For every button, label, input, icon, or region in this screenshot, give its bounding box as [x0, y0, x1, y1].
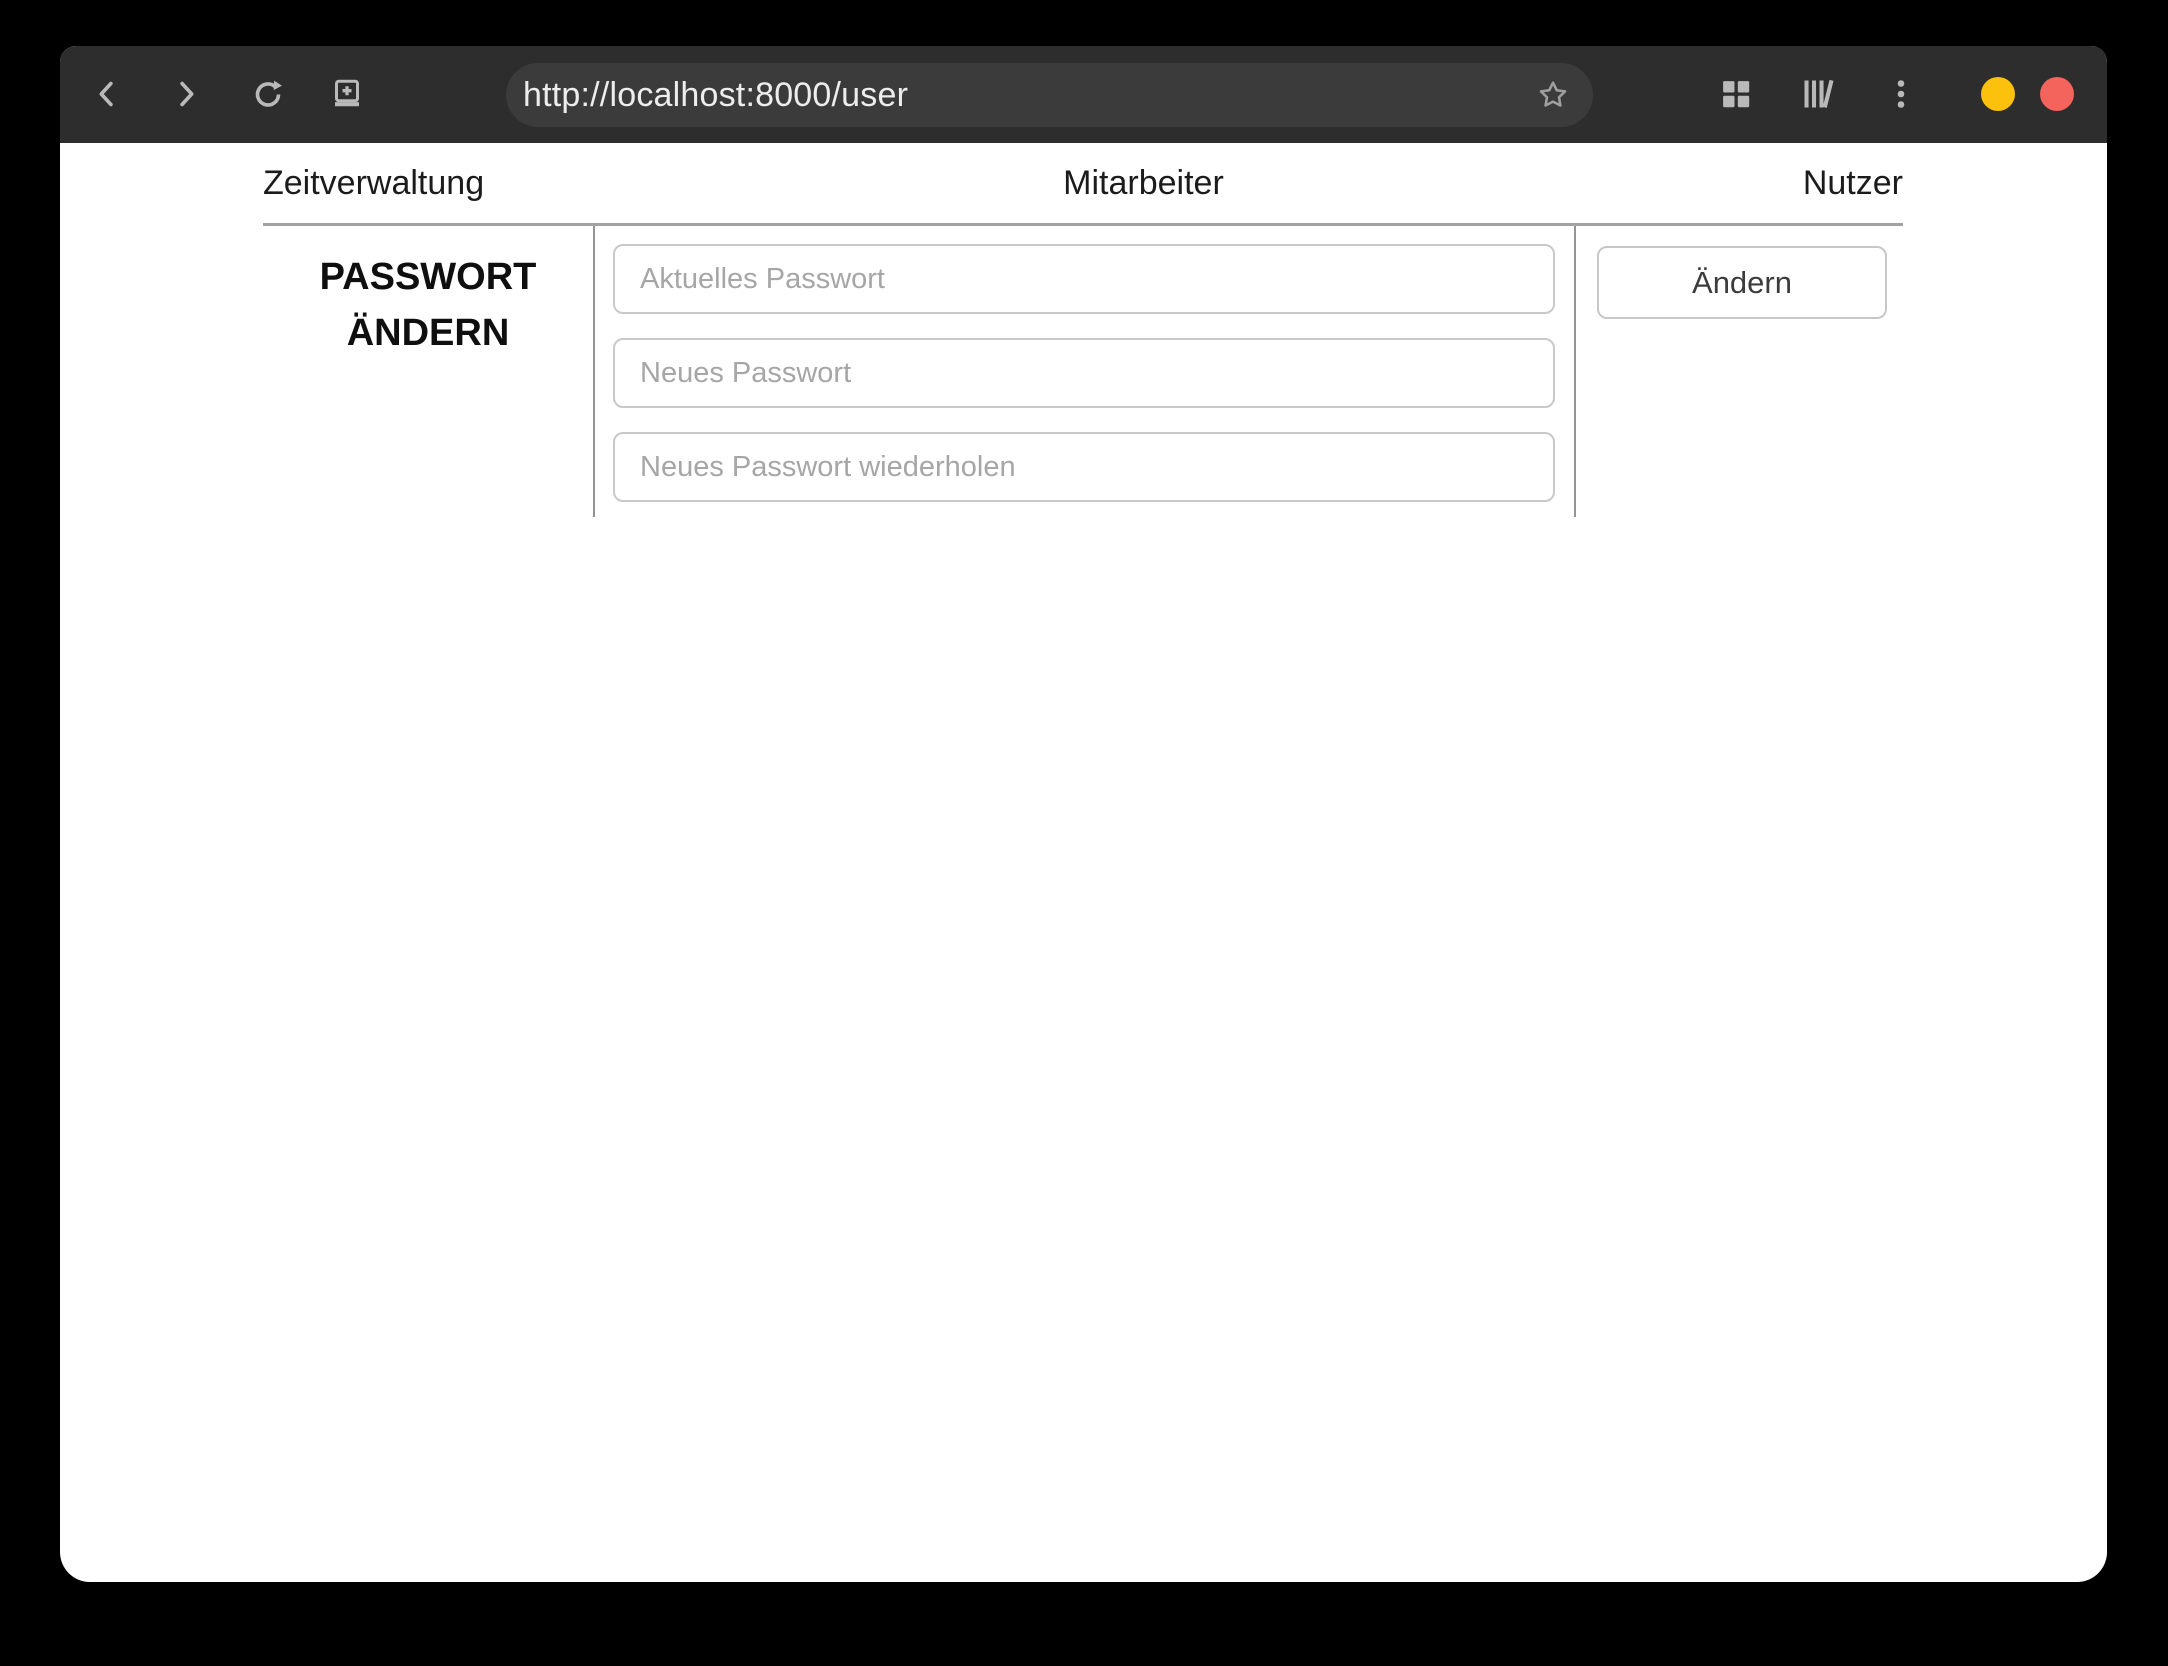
kebab-menu-icon: [1883, 76, 1919, 112]
password-action: Ändern: [1576, 226, 1903, 517]
minimize-button[interactable]: [1981, 77, 2015, 111]
new-password-input[interactable]: [613, 338, 1555, 408]
repeat-password-input[interactable]: [613, 432, 1555, 502]
change-password-button[interactable]: Ändern: [1597, 246, 1887, 319]
password-fields: [593, 226, 1576, 517]
nav-item-zeitverwaltung[interactable]: Zeitverwaltung: [263, 164, 484, 203]
address-bar[interactable]: http://localhost:8000/user: [506, 63, 1593, 127]
section-heading: PASSWORT ÄNDERN: [319, 256, 537, 354]
url-text[interactable]: http://localhost:8000/user: [523, 76, 908, 115]
main-nav: Zeitverwaltung Mitarbeiter Nutzer: [263, 143, 1903, 223]
tab-overview-button[interactable]: [1716, 74, 1756, 114]
password-change-section: PASSWORT ÄNDERN Ändern: [263, 223, 1903, 517]
nav-item-nutzer[interactable]: Nutzer: [1803, 164, 1903, 203]
browser-window: http://localhost:8000/user Zeitverwaltun…: [60, 46, 2107, 1582]
reload-button[interactable]: [248, 74, 288, 114]
menu-button[interactable]: [1881, 74, 1921, 114]
star-outline-icon: [1535, 77, 1571, 113]
new-tab-button[interactable]: [327, 74, 367, 114]
nav-item-mitarbeiter[interactable]: Mitarbeiter: [1063, 164, 1224, 203]
chevron-left-icon: [89, 76, 125, 112]
current-password-input[interactable]: [613, 244, 1555, 314]
reload-icon: [250, 76, 286, 112]
back-button[interactable]: [87, 74, 127, 114]
bookmark-button[interactable]: [1533, 75, 1573, 115]
close-button[interactable]: [2040, 77, 2074, 111]
forward-button[interactable]: [166, 74, 206, 114]
grid-icon: [1718, 76, 1754, 112]
browser-toolbar: http://localhost:8000/user: [60, 46, 2107, 143]
library-icon: [1800, 76, 1836, 112]
chevron-right-icon: [168, 76, 204, 112]
library-button[interactable]: [1798, 74, 1838, 114]
page-content: Zeitverwaltung Mitarbeiter Nutzer PASSWO…: [60, 143, 2107, 517]
screen-plus-icon: [329, 76, 365, 112]
